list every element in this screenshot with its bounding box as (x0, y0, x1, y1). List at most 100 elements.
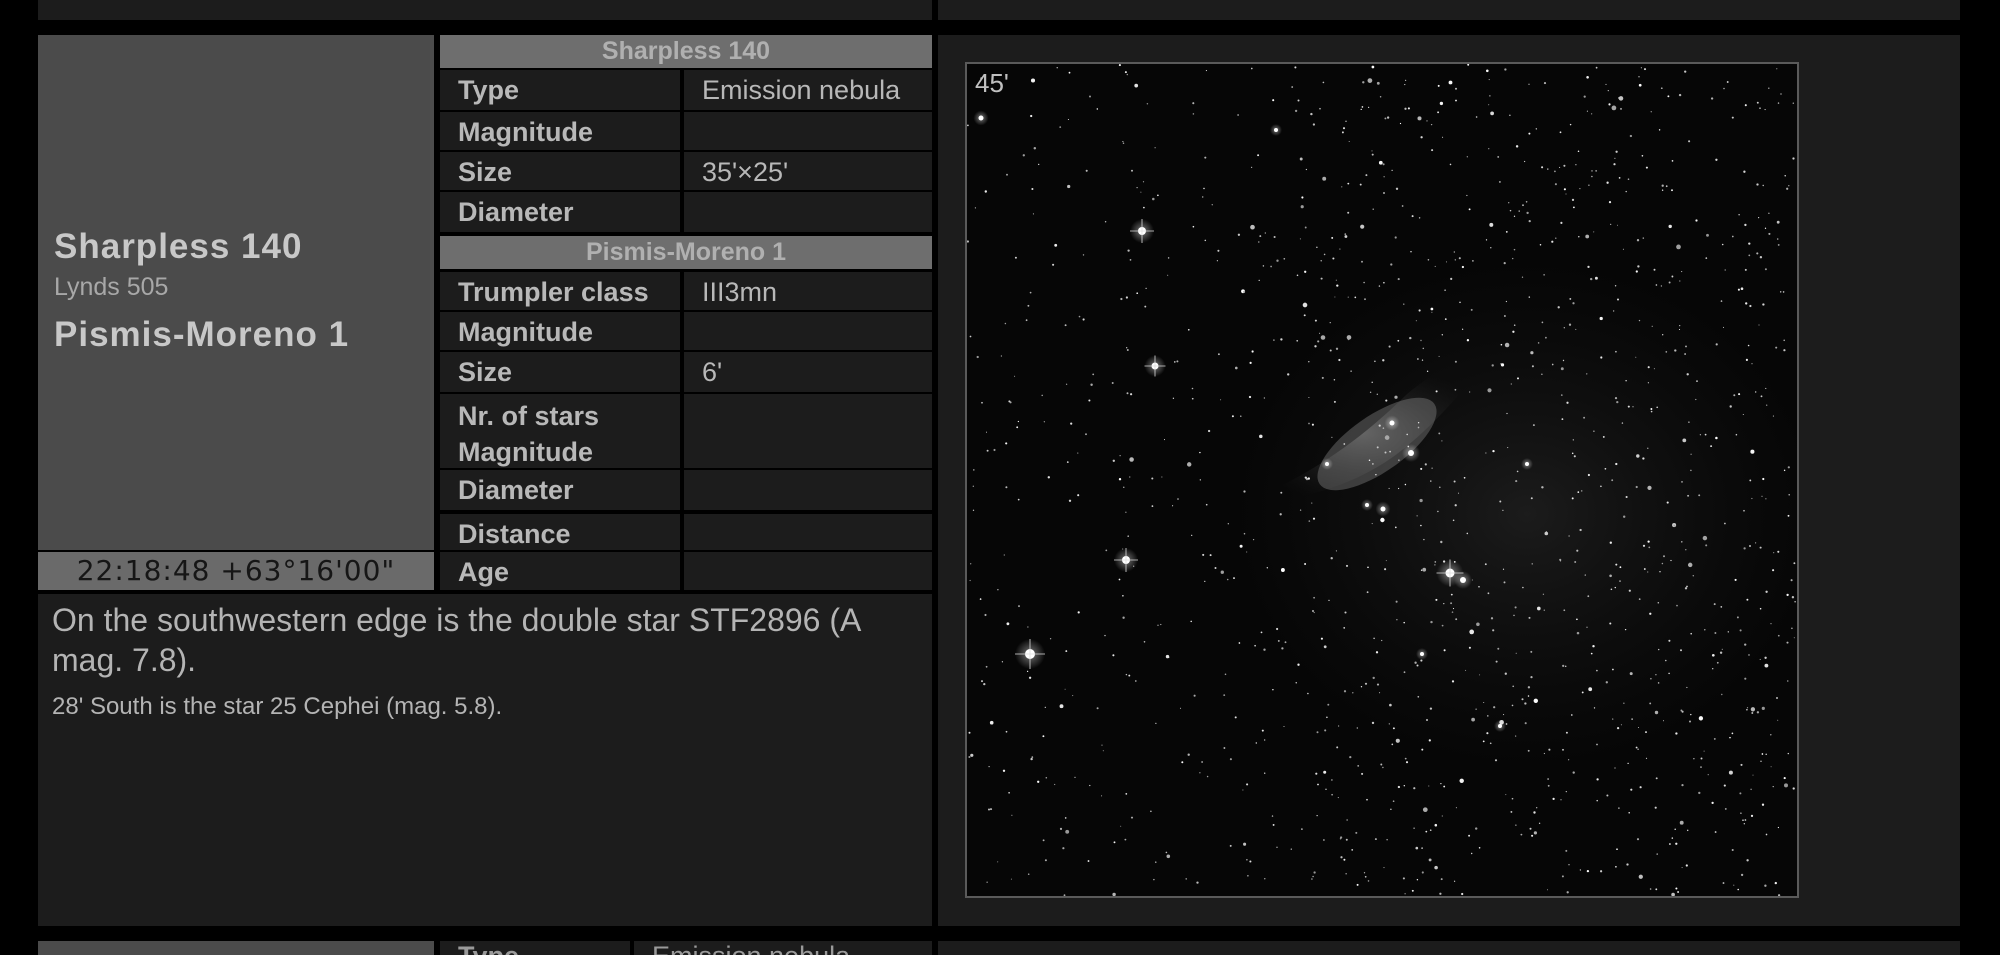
star (1679, 280, 1681, 282)
star (1122, 142, 1125, 144)
star (1638, 319, 1641, 322)
star (1237, 114, 1239, 116)
star (1766, 404, 1768, 406)
star (1608, 103, 1611, 106)
star (1323, 253, 1326, 256)
star (1404, 893, 1406, 895)
bright-star (1460, 577, 1466, 583)
star (1317, 783, 1319, 786)
star (1395, 600, 1398, 603)
star (1395, 738, 1400, 743)
star (1512, 330, 1515, 333)
star (1670, 559, 1672, 562)
star (1638, 83, 1642, 87)
star (1441, 440, 1443, 442)
star (1316, 731, 1319, 734)
star (1564, 665, 1567, 668)
star (1505, 300, 1508, 303)
star (1214, 567, 1217, 569)
cluster-trumpler-value: III3mn (702, 277, 778, 307)
star (1511, 704, 1514, 707)
star (1173, 361, 1176, 363)
star (1791, 627, 1793, 630)
star (1414, 661, 1417, 664)
star (1165, 654, 1170, 659)
star (1028, 676, 1032, 679)
star (981, 401, 983, 404)
star (1234, 716, 1237, 719)
star (1655, 284, 1658, 286)
star (1491, 364, 1494, 367)
star (1731, 116, 1734, 119)
star (1203, 187, 1205, 190)
star (1329, 322, 1331, 324)
star (1606, 181, 1609, 184)
star (1192, 102, 1195, 105)
star (1376, 81, 1380, 85)
star (1768, 232, 1771, 235)
star (1515, 652, 1517, 654)
star (1381, 639, 1383, 642)
star (1259, 235, 1262, 238)
star (1541, 486, 1544, 489)
star (1604, 467, 1607, 470)
star (1577, 491, 1580, 493)
star (1434, 823, 1438, 827)
star (1505, 231, 1508, 233)
star (986, 881, 988, 883)
star (1438, 432, 1441, 435)
star (1008, 791, 1010, 794)
star (1368, 459, 1371, 462)
star (1657, 601, 1660, 604)
star (1764, 109, 1766, 111)
star (1551, 363, 1554, 366)
star (1543, 82, 1547, 85)
star (1527, 695, 1530, 697)
star (1636, 838, 1640, 841)
star (1367, 566, 1369, 569)
star (1085, 433, 1087, 436)
nebula-magnitude-label-cell: Magnitude (440, 112, 680, 150)
star (1722, 326, 1725, 328)
star (1335, 279, 1337, 281)
star (1497, 647, 1500, 650)
star (1764, 663, 1769, 668)
star (1337, 725, 1340, 727)
star (1630, 788, 1633, 791)
star (1287, 373, 1290, 376)
star (1010, 878, 1012, 880)
star (1134, 680, 1137, 682)
nebula-type-label-cell: Type (440, 70, 680, 110)
star (1420, 467, 1423, 470)
star (1005, 486, 1008, 489)
star (1383, 867, 1385, 869)
star (1722, 882, 1725, 884)
star (1443, 785, 1446, 788)
star (1390, 808, 1392, 811)
star (1681, 783, 1684, 787)
star (1573, 455, 1576, 458)
star (1027, 873, 1030, 875)
star (1515, 735, 1517, 737)
star (1698, 494, 1701, 497)
star (1065, 829, 1070, 834)
star (1723, 87, 1725, 90)
star (1122, 616, 1125, 619)
star (1376, 683, 1380, 686)
star (1543, 752, 1546, 755)
star (1705, 544, 1708, 547)
cluster-trumpler-value-cell: III3mn (684, 272, 932, 310)
star (1678, 328, 1681, 331)
star (1756, 183, 1759, 186)
star (1762, 184, 1764, 187)
star (1612, 668, 1614, 671)
star (1530, 675, 1533, 679)
star (1668, 281, 1671, 284)
star (1786, 641, 1789, 644)
star (1746, 707, 1749, 709)
star (1713, 737, 1716, 740)
star (1643, 68, 1647, 71)
star (1658, 648, 1660, 651)
star (1639, 786, 1642, 789)
star (1647, 571, 1649, 573)
